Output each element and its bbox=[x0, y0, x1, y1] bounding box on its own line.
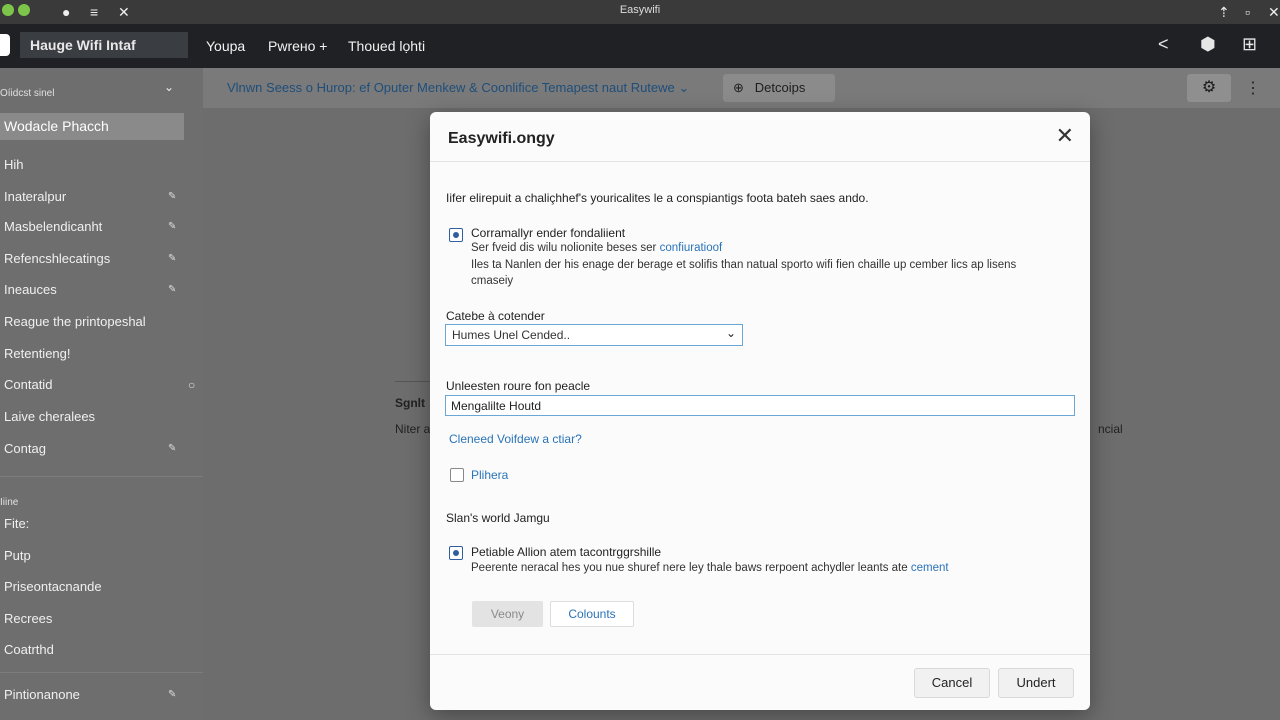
links-row[interactable]: Cleneed Voifdew a ctiar? bbox=[449, 432, 582, 446]
sidebar-item[interactable]: Putp bbox=[4, 548, 31, 563]
sidebar-item[interactable]: Refencshlecatings bbox=[4, 251, 110, 266]
pin-icon[interactable]: ✎ bbox=[168, 221, 176, 232]
sidebar-item[interactable]: Ineauces bbox=[4, 282, 57, 297]
details-icon: ⊕ bbox=[733, 80, 744, 95]
gear-button[interactable]: ⚙ bbox=[1187, 74, 1231, 102]
option1-desc-line2: Iles ta Nanlen der his enage der berage … bbox=[471, 259, 1017, 271]
pin-icon[interactable]: ✎ bbox=[168, 284, 176, 295]
input-label: Unleesten roure fon peacle bbox=[446, 379, 591, 393]
more-options-icon[interactable]: ⋮ bbox=[1245, 78, 1261, 98]
upload-icon[interactable]: ⇡ bbox=[1218, 2, 1230, 22]
section-label: Slan's world Jamgu bbox=[446, 511, 550, 525]
option2-checkbox[interactable] bbox=[450, 468, 464, 482]
sidebar-item[interactable]: Contag bbox=[4, 441, 46, 456]
breadcrumb-text[interactable]: Vlnwn Seess o Hurop: ef Oputer Menkew & … bbox=[227, 80, 675, 95]
modal-title: Easywifi.ongy bbox=[448, 130, 555, 147]
option1-link[interactable]: confiuratioof bbox=[660, 242, 723, 254]
cancel-button[interactable]: Cancel bbox=[914, 668, 990, 698]
sidebar-item-active[interactable]: Wodacle Phacch bbox=[0, 113, 184, 140]
modal-intro: Iifer elirepuit a chaliçhhef's youricali… bbox=[446, 191, 869, 205]
close-icon[interactable]: ✕ bbox=[1268, 2, 1280, 22]
sidebar-item[interactable]: Recrees bbox=[4, 611, 52, 626]
sidebar-item[interactable]: Reague the printopeshal bbox=[4, 314, 146, 329]
disabled-button[interactable]: Veony bbox=[472, 601, 543, 627]
pin-icon[interactable]: ✎ bbox=[168, 689, 176, 700]
chevron-down-icon[interactable]: ⌄ bbox=[678, 80, 689, 95]
details-button[interactable]: ⊕ Detcoips bbox=[723, 74, 835, 102]
sidebar: Oíidcst sinel ⌄ Wodacle Phacch Hih Inate… bbox=[0, 68, 203, 720]
app-logo bbox=[0, 34, 10, 56]
grid-icon[interactable]: ⊞ bbox=[1242, 34, 1257, 55]
background-heading: Sgnlt bbox=[395, 396, 425, 410]
radio-icon[interactable]: ○ bbox=[188, 378, 195, 392]
sidebar-section-label: Iiine bbox=[0, 497, 19, 508]
nav-item-3[interactable]: Thoued lọhti bbox=[348, 38, 425, 54]
select-value: Humes Unel Cended.. bbox=[452, 328, 571, 342]
sidebar-item[interactable]: Retentieng! bbox=[4, 346, 71, 361]
modal-footer: Cancel Undert bbox=[430, 654, 1090, 710]
top-navigation: Hauge Wifi Intaf Youpa Pwrено + Thoued l… bbox=[0, 24, 1280, 68]
sidebar-item[interactable]: Laive cheralees bbox=[4, 409, 95, 424]
maximize-icon[interactable]: ▫ bbox=[1245, 2, 1250, 22]
share-icon[interactable]: < bbox=[1158, 34, 1169, 55]
option2-radio[interactable] bbox=[449, 546, 463, 560]
title-bar: ● ≡ ✕ Easywifi ⇡ ▫ ✕ bbox=[0, 0, 1280, 24]
counts-button[interactable]: Colounts bbox=[550, 601, 634, 627]
option1-checkbox[interactable] bbox=[449, 228, 463, 242]
option2-desc: Peerente neracal hes you nue shuref nere… bbox=[471, 562, 949, 574]
sidebar-divider bbox=[0, 476, 203, 477]
nav-item-2[interactable]: Pwrено + bbox=[268, 38, 327, 54]
sidebar-item[interactable]: Masbelendicanht bbox=[4, 219, 102, 234]
option2-link[interactable]: cement bbox=[911, 562, 949, 574]
chevron-down-icon[interactable]: ⌄ bbox=[164, 80, 174, 94]
option1-desc: Ser fveid dis wilu nolionite beses ser c… bbox=[471, 242, 722, 254]
sidebar-item[interactable]: Inateralpur bbox=[4, 189, 66, 204]
text-input[interactable]: Mengalilte Houtd bbox=[445, 395, 1075, 416]
breadcrumb[interactable]: Vlnwn Seess o Hurop: ef Oputer Menkew & … bbox=[227, 80, 689, 96]
sidebar-section-label: Oíidcst sinel bbox=[0, 88, 55, 99]
close-icon[interactable]: ✕ bbox=[1056, 124, 1074, 148]
sidebar-item[interactable]: Pintionanone bbox=[4, 687, 80, 702]
pin-icon[interactable]: ✎ bbox=[168, 191, 176, 202]
app-title[interactable]: Hauge Wifi Intaf bbox=[20, 32, 188, 58]
toolbar: Vlnwn Seess o Hurop: ef Oputer Menkew & … bbox=[203, 68, 1280, 108]
gear-icon: ⚙ bbox=[1201, 79, 1217, 96]
background-text: ncial bbox=[1098, 422, 1123, 436]
option2-desc-text: Peerente neracal hes you nue shuref nere… bbox=[471, 562, 908, 574]
option1-title: Corramallyr ender fondaliient bbox=[471, 226, 626, 240]
details-button-label: Detcoips bbox=[754, 80, 806, 95]
contender-select[interactable]: Humes Unel Cended.. ⌄ bbox=[445, 324, 743, 346]
sidebar-item[interactable]: Fite: bbox=[4, 516, 29, 531]
option1-desc-line3: cmaseiy bbox=[471, 275, 514, 287]
sidebar-item[interactable]: Contatid bbox=[4, 377, 52, 392]
background-text: Niter a bbox=[395, 422, 431, 436]
background-divider bbox=[395, 381, 435, 382]
confirm-button[interactable]: Undert bbox=[998, 668, 1074, 698]
option2-title: Petiable Allion atem tacontrggrshille bbox=[471, 545, 662, 559]
modal-dialog: Easywifi.ongy ✕ Iifer elirepuit a chaliç… bbox=[430, 112, 1090, 710]
sidebar-divider bbox=[0, 672, 203, 673]
nav-item-1[interactable]: Youpa bbox=[206, 38, 245, 54]
sidebar-item[interactable]: Hih bbox=[4, 157, 24, 172]
pin-icon[interactable]: ✎ bbox=[168, 253, 176, 264]
checkbox-label[interactable]: Plihera bbox=[471, 468, 508, 482]
option1-desc-text: Ser fveid dis wilu nolionite beses ser bbox=[471, 242, 657, 254]
select-label: Catebe à cotender bbox=[446, 309, 545, 323]
sidebar-item[interactable]: Priseontacnande bbox=[4, 579, 102, 594]
sidebar-item[interactable]: Coatrthd bbox=[4, 642, 54, 657]
settings-icon[interactable]: ⬢ bbox=[1200, 34, 1216, 55]
window-title: Easywifi bbox=[619, 4, 661, 16]
pin-icon[interactable]: ✎ bbox=[168, 443, 176, 454]
modal-header: Easywifi.ongy ✕ bbox=[430, 112, 1090, 162]
chevron-down-icon: ⌄ bbox=[725, 326, 736, 340]
